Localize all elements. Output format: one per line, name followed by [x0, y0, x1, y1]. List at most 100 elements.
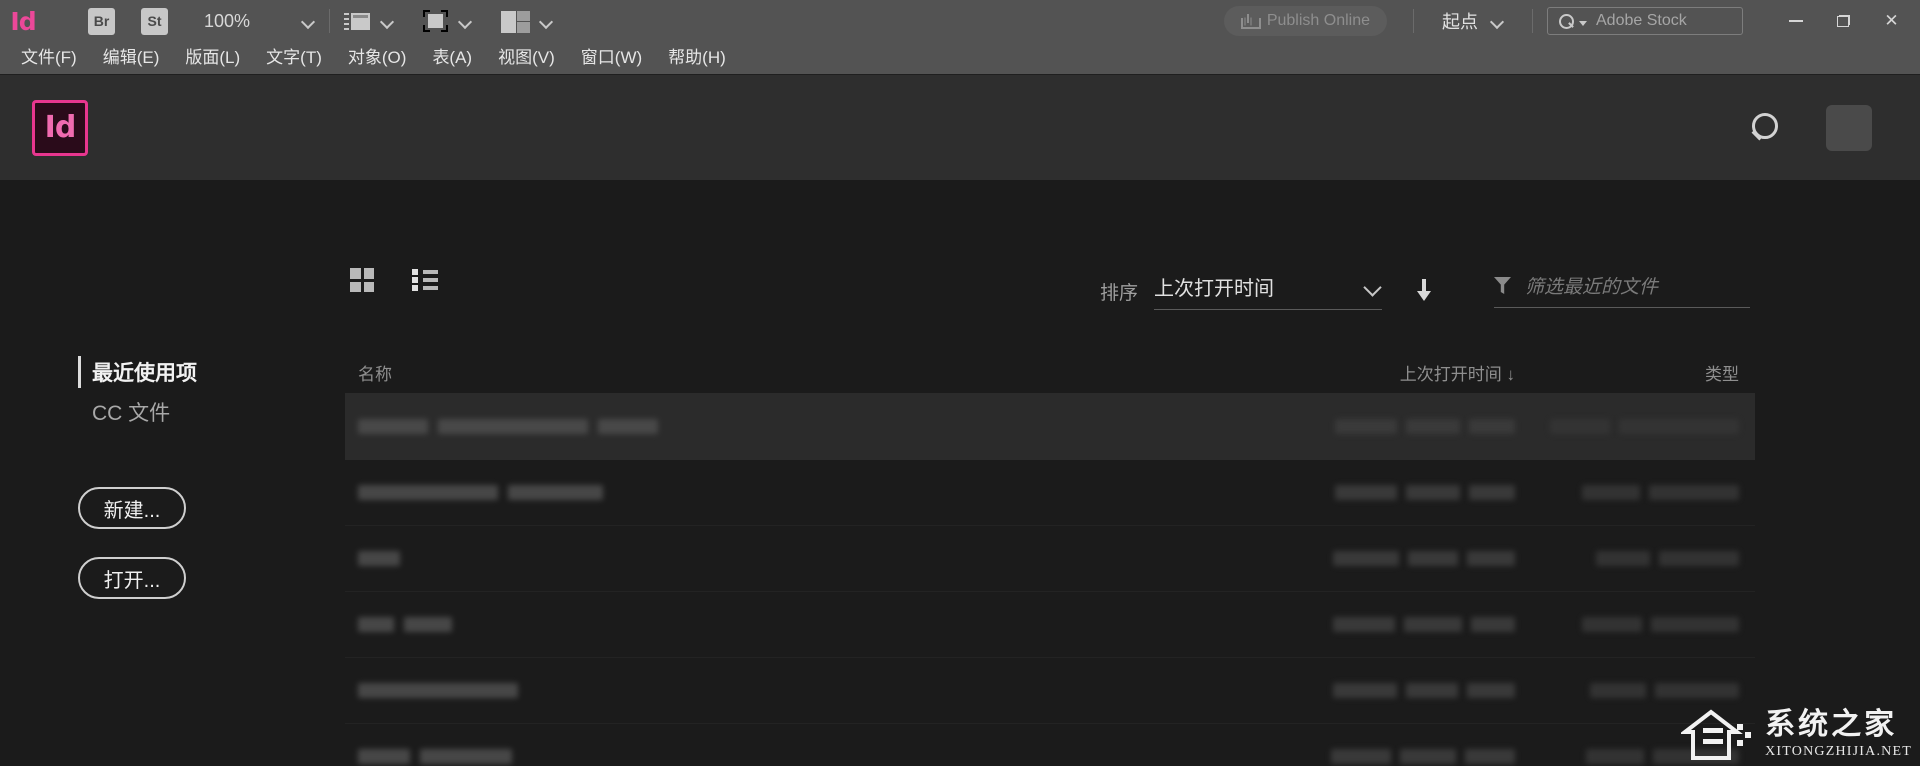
menu-item-help[interactable]: 帮助(H) [655, 42, 739, 74]
column-header-date[interactable]: 上次打开时间 ↓ [1185, 360, 1515, 385]
menu-item-file[interactable]: 文件(F) [8, 42, 90, 74]
sort-select[interactable]: 上次打开时间 [1154, 272, 1383, 310]
watermark-cn-text: 系统之家 [1765, 708, 1898, 741]
redacted-text [1406, 485, 1460, 500]
sidebar-item-cc-files[interactable]: CC 文件 [78, 392, 308, 432]
indesign-start-screen: Id Br St 100% Publish Online 起点 Adobe St… [0, 0, 1920, 766]
sort-label: 排序 [1100, 282, 1139, 304]
screen-mode-icon[interactable] [344, 11, 370, 32]
cell-file-name [345, 485, 1185, 500]
redacted-text [358, 749, 410, 764]
window-controls: ✕ [1773, 6, 1914, 36]
sort-selected-value: 上次打开时间 [1154, 278, 1275, 300]
avatar[interactable] [1826, 104, 1872, 151]
new-document-button[interactable]: 新建... [78, 487, 186, 529]
cell-last-opened [1185, 749, 1515, 764]
cell-last-opened [1185, 419, 1515, 434]
chevron-down-icon [1364, 281, 1382, 292]
watermark-en-text: XITONGZHIJIA.NET [1765, 744, 1912, 759]
sidebar-actions: 新建... 打开... [78, 487, 186, 627]
cell-file-name [345, 617, 1185, 632]
filter-input[interactable]: 筛选最近的文件 [1494, 272, 1750, 308]
menu-item-layout[interactable]: 版面(L) [172, 42, 253, 74]
redacted-text [420, 749, 512, 764]
table-row[interactable] [345, 658, 1755, 724]
cell-last-opened [1185, 485, 1515, 500]
adobe-stock-search-input[interactable]: Adobe Stock [1547, 7, 1743, 35]
menu-item-edit[interactable]: 编辑(E) [90, 42, 173, 74]
bridge-button[interactable]: Br [88, 7, 115, 35]
grid-view-icon[interactable] [350, 268, 374, 292]
menu-item-object[interactable]: 对象(O) [335, 42, 420, 74]
filter-placeholder: 筛选最近的文件 [1525, 277, 1659, 298]
redacted-text [1469, 485, 1515, 500]
redacted-text [1659, 551, 1739, 566]
table-row[interactable] [345, 394, 1755, 460]
cell-file-type [1515, 551, 1755, 566]
menu-item-type[interactable]: 文字(T) [253, 42, 335, 74]
cell-file-name [345, 419, 1185, 434]
open-document-button[interactable]: 打开... [78, 557, 186, 599]
redacted-text [598, 419, 658, 434]
minimize-button[interactable] [1773, 6, 1818, 36]
redacted-text [1582, 485, 1640, 500]
redacted-text [1596, 551, 1650, 566]
view-toggle-group [350, 268, 438, 292]
redacted-text [1335, 419, 1397, 434]
redacted-text [1333, 683, 1397, 698]
cell-file-name [345, 551, 1185, 566]
close-button[interactable]: ✕ [1869, 6, 1914, 36]
redacted-text [1590, 683, 1646, 698]
column-header-type[interactable]: 类型 [1515, 360, 1755, 385]
redacted-text [358, 485, 498, 500]
redacted-text [1406, 683, 1458, 698]
watermark-logo-icon [1681, 709, 1752, 760]
redacted-text [1333, 617, 1395, 632]
list-view-icon[interactable] [412, 269, 438, 291]
screen-mode-chevron-down-icon[interactable] [381, 17, 394, 25]
workspace-switcher[interactable]: 起点 [1428, 8, 1518, 34]
maximize-button[interactable] [1821, 6, 1866, 36]
sort-descending-icon[interactable] [1414, 279, 1434, 303]
search-icon [1559, 13, 1574, 29]
search-caret-icon [1579, 21, 1587, 26]
publish-online-button[interactable]: Publish Online [1223, 6, 1387, 36]
sidebar-item-recent[interactable]: 最近使用项 [78, 352, 308, 392]
cell-file-type [1515, 485, 1755, 500]
table-row[interactable] [345, 724, 1755, 766]
frame-fitting-chevron-down-icon[interactable] [459, 17, 472, 25]
workspace-chevron-down-icon [1491, 17, 1504, 25]
arrange-documents-icon[interactable] [501, 10, 530, 33]
redacted-text [1550, 419, 1610, 434]
search-icon[interactable] [1748, 111, 1782, 145]
menu-item-window[interactable]: 窗口(W) [568, 42, 655, 74]
redacted-text [1586, 749, 1644, 764]
redacted-text [1651, 617, 1739, 632]
app-logo-icon: Id [10, 6, 36, 36]
redacted-text [1331, 749, 1391, 764]
table-row[interactable] [345, 460, 1755, 526]
redacted-text [1465, 749, 1515, 764]
redacted-text [508, 485, 603, 500]
title-bar: Id Br St 100% Publish Online 起点 Adobe St… [0, 0, 1920, 42]
frame-fitting-icon[interactable] [423, 10, 448, 32]
cell-last-opened [1185, 551, 1515, 566]
table-header-row: 名称 上次打开时间 ↓ 类型 [345, 352, 1755, 394]
zoom-level-value[interactable]: 100% [204, 11, 302, 32]
redacted-text [1467, 551, 1515, 566]
column-header-name[interactable]: 名称 [345, 360, 1185, 385]
cell-file-name [345, 749, 1185, 764]
redacted-text [1619, 419, 1739, 434]
redacted-text [1469, 419, 1515, 434]
arrange-documents-chevron-down-icon[interactable] [540, 17, 553, 25]
zoom-chevron-down-icon[interactable] [302, 17, 315, 25]
table-row[interactable] [345, 592, 1755, 658]
table-row[interactable] [345, 526, 1755, 592]
redacted-text [1649, 485, 1739, 500]
adobe-stock-placeholder: Adobe Stock [1596, 12, 1687, 29]
redacted-text [438, 419, 588, 434]
cell-file-type [1515, 617, 1755, 632]
menu-item-table[interactable]: 表(A) [419, 42, 485, 74]
menu-item-view[interactable]: 视图(V) [485, 42, 568, 74]
stock-button[interactable]: St [141, 7, 168, 35]
